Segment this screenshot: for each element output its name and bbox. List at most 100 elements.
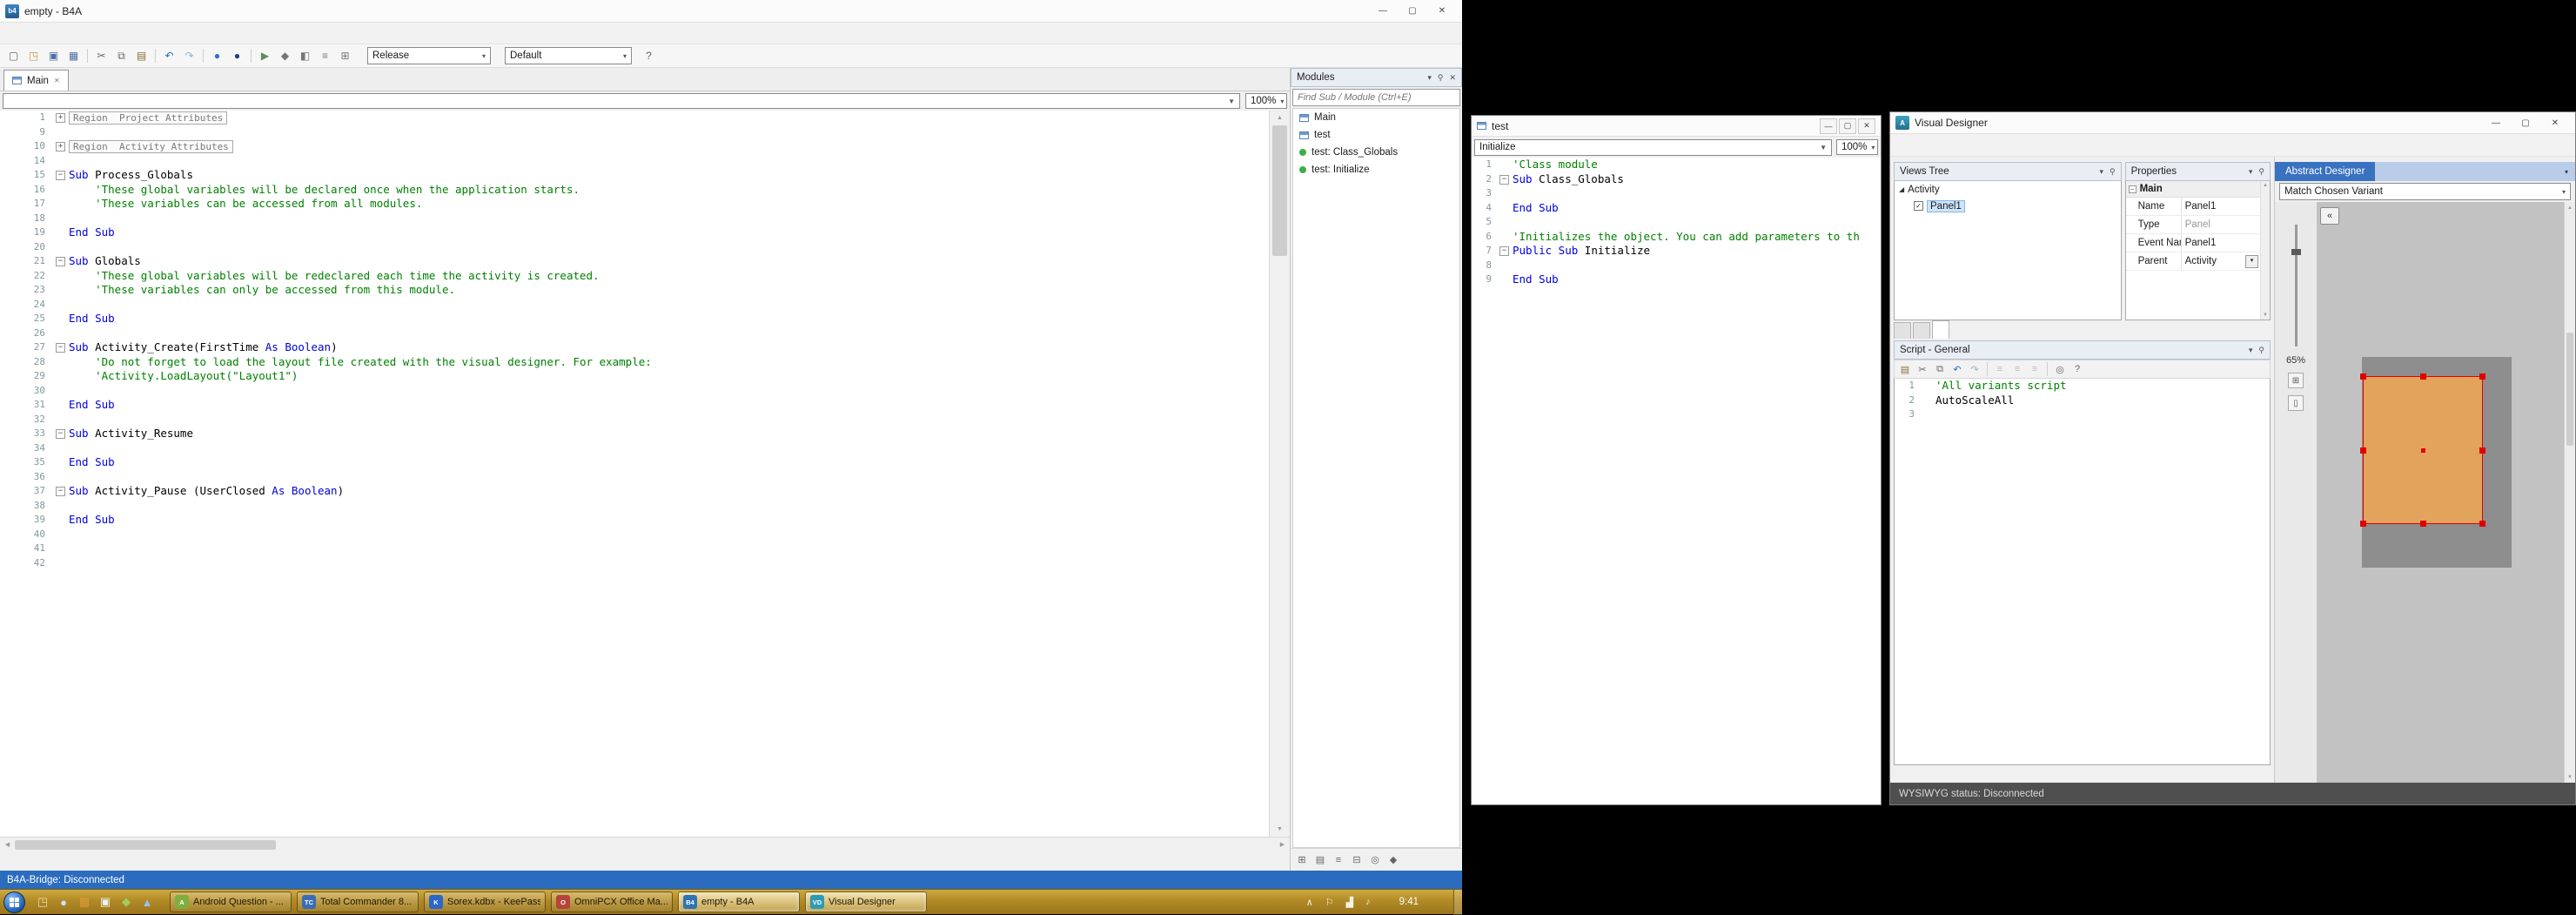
fold-marker[interactable]: + <box>56 113 65 123</box>
chevron-down-icon[interactable]: ▾ <box>2565 168 2568 176</box>
scrollbar-thumb[interactable] <box>1272 125 1287 256</box>
network-icon[interactable]: ▟ <box>1340 897 1359 908</box>
tab-views-tree[interactable] <box>1932 320 1949 339</box>
task-omnipcx[interactable]: O OmniPCX Office Ma... <box>551 891 673 912</box>
quick-launch-icon-1[interactable]: ◳ <box>32 891 53 912</box>
script-editor[interactable]: 1'All variants script2AutoScaleAll3 <box>1894 379 2271 765</box>
resize-handle[interactable] <box>2479 521 2485 527</box>
task-visual-designer[interactable]: VD Visual Designer <box>805 891 927 912</box>
align-right-icon[interactable]: ≡ <box>2026 360 2043 378</box>
connect-device-icon[interactable]: ● <box>207 47 227 64</box>
scroll-up-icon[interactable]: ▲ <box>1270 111 1290 125</box>
scrollbar-thumb[interactable] <box>15 840 276 850</box>
close-tab-icon[interactable]: ✕ <box>54 77 60 84</box>
scroll-right-icon[interactable]: ▶ <box>1275 841 1290 848</box>
filter-combo[interactable]: Default ▾ <box>505 47 632 64</box>
toolbar-icon[interactable] <box>87 49 88 63</box>
script-toolbar-icon[interactable] <box>1987 362 1988 376</box>
properties-scrollbar[interactable]: ▲ ▼ <box>2260 181 2270 320</box>
property-group-main[interactable]: − Main <box>2126 181 2260 198</box>
list-view-icon[interactable]: ≡ <box>1330 851 1347 869</box>
grid-view-icon[interactable]: ⊞ <box>1293 851 1311 869</box>
chevron-down-icon[interactable]: ▾ <box>1427 73 1432 83</box>
Event Nam[interactable]: Event Nam Panel1 ▾ <box>2126 234 2260 252</box>
close-button[interactable]: ✕ <box>2540 113 2570 132</box>
resize-handle[interactable] <box>2420 521 2426 527</box>
maximize-button[interactable]: ▢ <box>2511 113 2540 132</box>
fold-marker[interactable]: − <box>56 343 65 353</box>
task-total-commander[interactable]: TC Total Commander 8... <box>297 891 419 912</box>
show-desktop-button[interactable] <box>1453 890 1462 915</box>
quick-launch-icon-5[interactable]: ◆ <box>116 891 137 912</box>
scroll-left-icon[interactable]: ◀ <box>0 841 15 848</box>
device-icon[interactable]: ▯ <box>2288 395 2304 411</box>
Type[interactable]: Type Panel ▾ <box>2126 216 2260 234</box>
close-button[interactable]: ✕ <box>1858 118 1875 134</box>
pin-icon[interactable]: ⚲ <box>2258 167 2264 177</box>
pin-icon[interactable]: ⚲ <box>2110 167 2116 177</box>
panel1-view[interactable] <box>2363 376 2483 524</box>
collapse-icon[interactable]: − <box>2129 185 2137 193</box>
chevron-down-icon[interactable]: ▾ <box>2249 167 2253 177</box>
search-icon[interactable]: ◎ <box>2051 360 2069 378</box>
fold-marker[interactable]: − <box>56 171 65 180</box>
title-bar[interactable]: A Visual Designer — ▢ ✕ <box>1890 112 2575 134</box>
start-button[interactable] <box>3 891 25 913</box>
fold-marker[interactable]: − <box>1499 175 1509 185</box>
quick-launch-icon-3[interactable]: ▦ <box>74 891 95 912</box>
quick-launch-icon-6[interactable]: ▲ <box>137 891 158 912</box>
collapse-panel-button[interactable]: « <box>2320 207 2339 225</box>
script-general-header[interactable]: Script - General ▾ ⚲ <box>1894 340 2271 360</box>
visibility-checkbox[interactable]: ✓ <box>1914 201 1923 211</box>
tab-abstract-designer[interactable]: Abstract Designer <box>2275 162 2375 181</box>
close-button[interactable]: ✕ <box>1427 2 1457 21</box>
open-icon[interactable]: ◳ <box>23 47 44 64</box>
help-icon[interactable]: ? <box>2069 360 2086 378</box>
main-code-editor[interactable]: 1+Region Project Attributes910+Region Ac… <box>0 111 1269 837</box>
fold-marker[interactable]: − <box>56 429 65 439</box>
title-bar[interactable]: test — ▢ ✕ <box>1472 116 1881 137</box>
align-left-icon[interactable]: ≡ <box>1991 360 2009 378</box>
paste-icon[interactable]: ▤ <box>1896 360 1914 378</box>
new-icon[interactable]: ▢ <box>3 47 23 64</box>
quick-launch-icon-2[interactable]: ● <box>53 891 74 912</box>
scrollbar-thumb[interactable] <box>2566 333 2573 446</box>
toolbar-icon[interactable] <box>155 49 156 63</box>
collapse-all-icon[interactable]: ⊟ <box>1348 851 1365 869</box>
views-tree-panel1[interactable]: ✓ Panel1 <box>1895 198 2121 214</box>
close-icon[interactable]: ✕ <box>1449 73 1456 83</box>
module-main[interactable]: Main <box>1293 109 1459 126</box>
scroll-down-icon[interactable]: ▼ <box>2565 771 2575 783</box>
copy-icon[interactable]: ⧉ <box>1931 360 1949 378</box>
redo-icon[interactable]: ↷ <box>179 47 199 64</box>
resize-handle[interactable] <box>2420 373 2426 380</box>
designer-icon[interactable]: ◧ <box>295 47 315 64</box>
maximize-button[interactable]: ▢ <box>1398 2 1427 21</box>
views-tree-activity[interactable]: ◢ Activity <box>1895 181 2121 198</box>
task-android-question[interactable]: A Android Question - ... <box>170 891 292 912</box>
hidden-icons-chevron[interactable]: ∧ <box>1300 897 1319 908</box>
fold-marker[interactable]: − <box>1499 246 1509 256</box>
modules-panel-icon[interactable]: ⊞ <box>335 47 355 64</box>
stop-icon[interactable]: ● <box>227 47 247 64</box>
expander-icon[interactable]: ◢ <box>1899 185 1904 193</box>
undo-icon[interactable]: ↶ <box>159 47 179 64</box>
cut-icon[interactable]: ✂ <box>91 47 111 64</box>
run-icon[interactable]: ▶ <box>255 47 275 64</box>
resize-handle[interactable] <box>2479 373 2485 380</box>
toolbar-icon[interactable] <box>251 49 252 63</box>
copy-icon[interactable]: ⧉ <box>111 47 131 64</box>
fold-marker[interactable]: − <box>56 257 65 266</box>
sub-navigation-combo[interactable]: ▼ <box>3 93 1240 109</box>
title-bar[interactable]: b4 empty - B4A — ▢ ✕ <box>0 0 1462 23</box>
filter-icon[interactable]: ◎ <box>1366 851 1384 869</box>
redo-icon[interactable]: ↷ <box>1966 360 1983 378</box>
chevron-down-icon[interactable]: ▾ <box>2245 255 2258 268</box>
Name[interactable]: Name Panel1 ▾ <box>2126 198 2260 216</box>
build-configuration-combo[interactable]: Release ▾ <box>367 47 491 64</box>
task-empty-b4a[interactable]: B4 empty - B4A <box>678 891 800 912</box>
quick-launch-icon-4[interactable]: ▣ <box>95 891 116 912</box>
views-tree-header[interactable]: Views Tree ▾ ⚲ <box>1894 162 2122 181</box>
script-toolbar-icon[interactable] <box>2047 362 2048 376</box>
pin-icon[interactable]: ⚲ <box>1438 73 1444 83</box>
